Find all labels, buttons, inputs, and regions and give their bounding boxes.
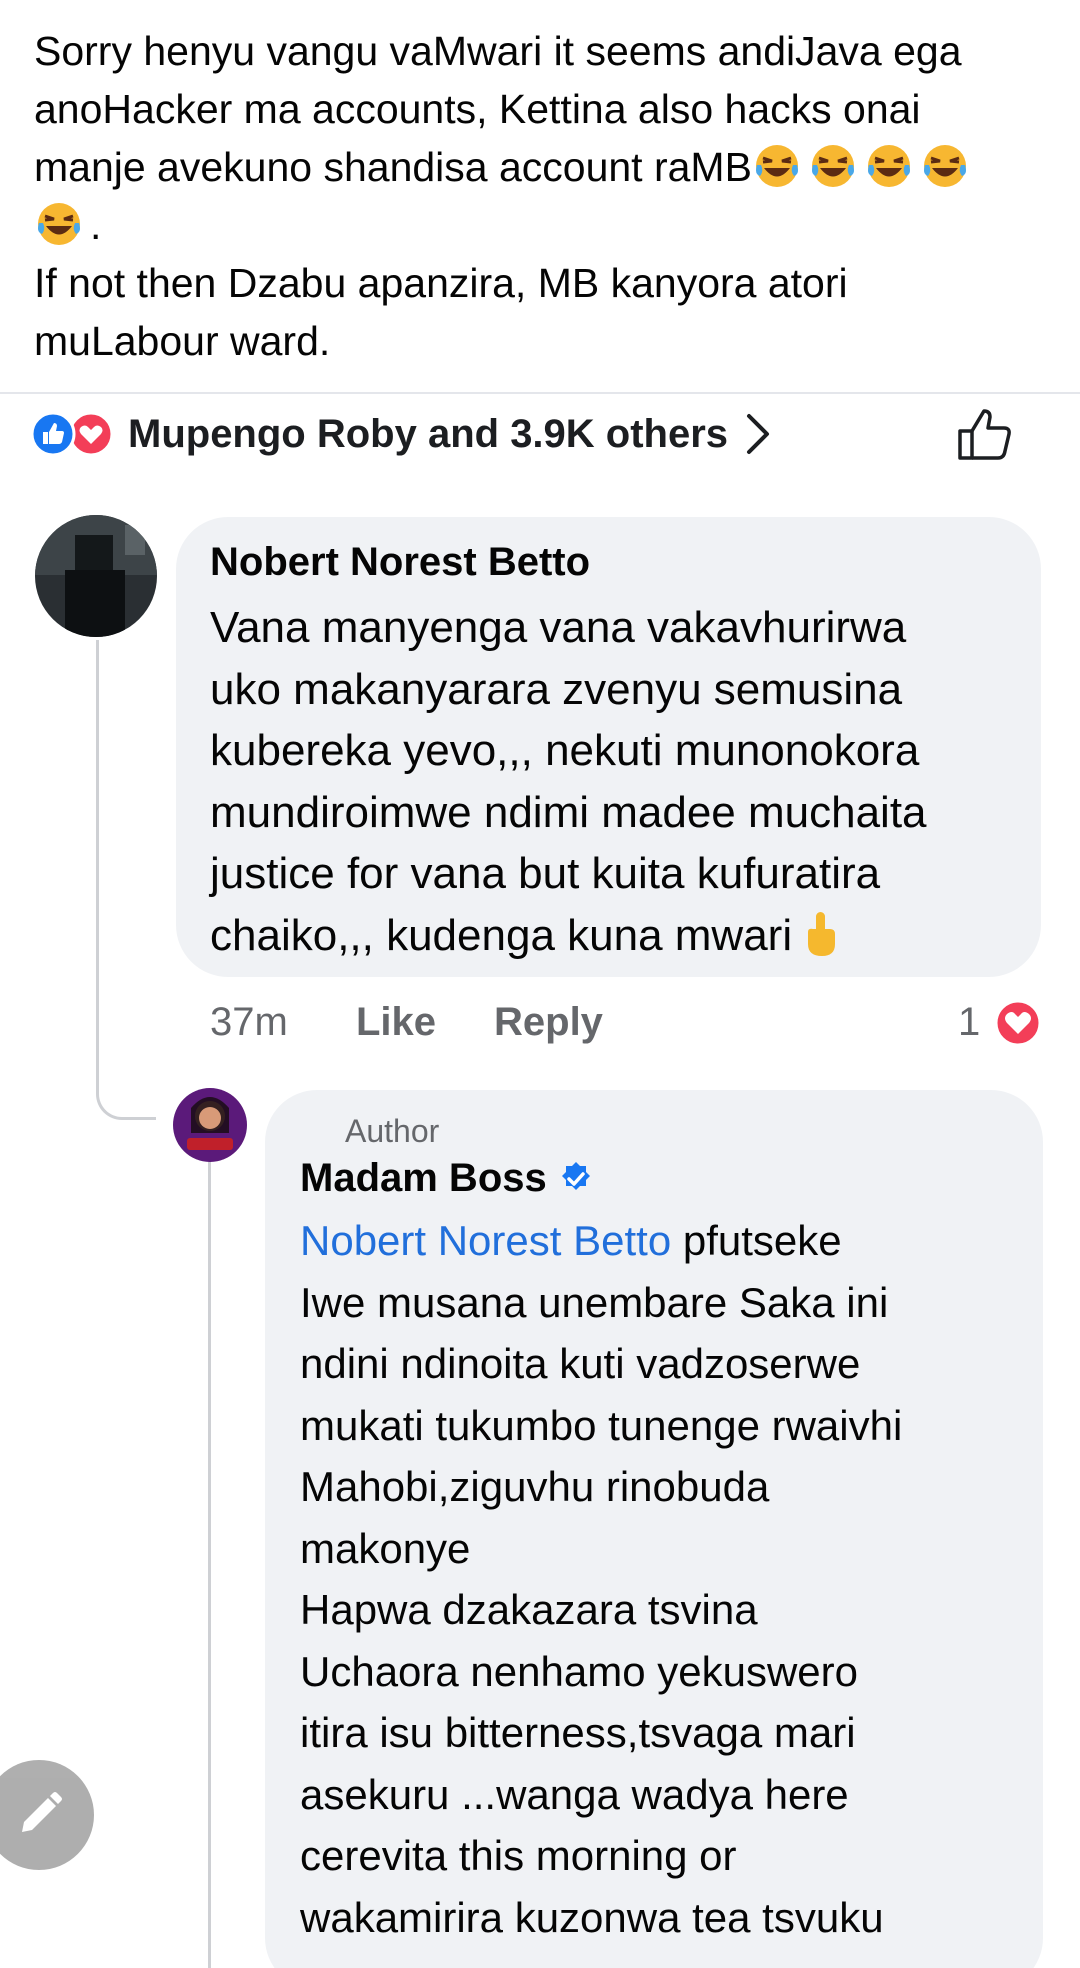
chevron-right-icon — [747, 414, 770, 454]
author-badge: Author — [345, 1113, 440, 1149]
avatar[interactable] — [173, 1088, 247, 1162]
comment-line: Vana manyenga vana vakavhurirwa — [210, 603, 907, 652]
comment-line: uko makanyarara zvenyu semusina — [210, 664, 903, 714]
post-text: Sorry henyu vangu vaMwari it seems andiJ… — [34, 22, 1054, 370]
reply-line: Nobert Norest Betto pfutseke — [300, 1217, 842, 1264]
post-line: muLabour ward. — [34, 318, 331, 364]
reply-line: wakamirira kuzonwa tea tsvuku — [300, 1893, 884, 1941]
pointing-up-emoji-icon — [808, 911, 836, 956]
like-reaction-icon — [30, 411, 76, 457]
post-line: Sorry henyu vangu vaMwari it seems andiJ… — [34, 28, 962, 74]
comment-timestamp: 37m — [210, 1000, 288, 1044]
thread-connector — [96, 1030, 156, 1120]
laughing-emoji-icon — [752, 144, 808, 190]
thread-line — [96, 640, 99, 1090]
verified-badge-icon — [561, 1161, 590, 1190]
love-reaction-icon[interactable] — [993, 998, 1043, 1048]
pencil-icon — [22, 1792, 62, 1832]
reactions-summary-text: Mupengo Roby and 3.9K others — [128, 411, 729, 456]
post-line: manje avekuno shandisa account raMB — [34, 138, 1054, 196]
reactions-summary[interactable]: Mupengo Roby and 3.9K others — [30, 404, 772, 464]
reply-text: Nobert Norest Betto pfutseke Iwe musana … — [300, 1210, 1040, 1948]
reply-line: Mahobi,ziguvhu rinobuda — [300, 1463, 770, 1510]
reply-line: cerevita this morning or — [300, 1832, 737, 1879]
comment-line: justice for vana but kuita kufuratira — [210, 849, 881, 898]
laughing-emoji-icon — [864, 144, 920, 190]
reply-line: itira isu bitterness,tsvaga mari — [300, 1709, 856, 1756]
edit-button[interactable] — [0, 1760, 94, 1870]
laughing-emoji-icon — [808, 144, 864, 190]
facebook-post-comments: Sorry henyu vangu vaMwari it seems andiJ… — [0, 0, 1080, 1968]
reply-line: ndini ndinoita kuti vadzoserwe — [300, 1340, 861, 1387]
comment-reaction-count[interactable]: 1 — [958, 1000, 980, 1045]
comment-line: mundiroimwe ndimi madee muchaita — [210, 787, 927, 837]
reply-author-name[interactable]: Madam Boss — [300, 1156, 595, 1201]
comment-reply-button[interactable]: Reply — [494, 1000, 603, 1045]
mention-link[interactable]: Nobert Norest Betto — [300, 1217, 671, 1264]
comment-author-name[interactable]: Nobert Norest Betto — [210, 540, 590, 585]
like-post-icon[interactable] — [956, 404, 1018, 464]
post-line: . — [34, 196, 1054, 254]
divider — [0, 392, 1080, 394]
comment-line: chaiko,,, kudenga kuna mwari — [210, 905, 1030, 967]
comment-like-button[interactable]: Like — [356, 1000, 436, 1045]
comment-text: Vana manyenga vana vakavhurirwa uko maka… — [210, 597, 1030, 966]
thread-line — [208, 1160, 211, 1968]
avatar[interactable] — [35, 515, 157, 637]
reply-line: mukati tukumbo tunenge rwaivhi — [300, 1401, 903, 1449]
comment-line: kubereka yevo,,, nekuti munonokora — [210, 726, 920, 775]
laughing-emoji-icon — [34, 202, 90, 248]
post-line: anoHacker ma accounts, Kettina also hack… — [34, 86, 921, 132]
reply-line: Uchaora nenhamo yekuswero — [300, 1647, 858, 1695]
laughing-emoji-icon — [920, 144, 976, 190]
reply-line: Hapwa dzakazara tsvina — [300, 1586, 758, 1633]
reply-line: Iwe musana unembare Saka ini — [300, 1278, 889, 1326]
reply-line: asekuru ...wanga wadya here — [300, 1770, 849, 1818]
reply-line: makonye — [300, 1524, 471, 1572]
post-line: If not then Dzabu apanzira, MB kanyora a… — [34, 260, 848, 306]
